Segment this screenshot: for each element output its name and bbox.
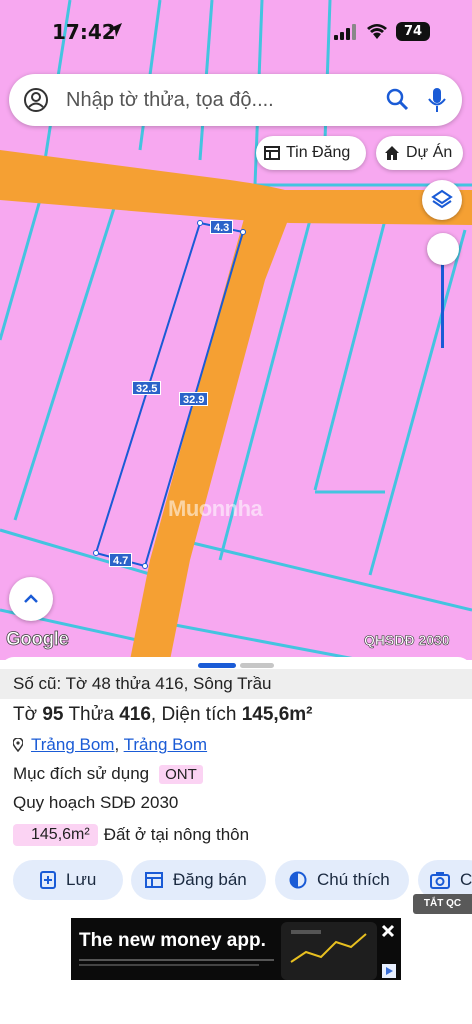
wifi-icon bbox=[367, 24, 387, 39]
projects-label: Dự Án bbox=[406, 144, 453, 161]
area-value: 145,6m² bbox=[241, 704, 313, 725]
account-icon[interactable] bbox=[23, 87, 49, 113]
old-parcel-info: Số cũ: Tờ 48 thửa 416, Sông Trầu bbox=[0, 669, 472, 699]
location-arrow-icon bbox=[108, 23, 122, 37]
close-ads-button[interactable]: TẮT QC bbox=[413, 894, 472, 914]
news-listings-chip[interactable]: Tin Đăng bbox=[256, 136, 366, 170]
chevron-up-icon bbox=[24, 594, 38, 603]
purpose-label: Mục đích sử dụng bbox=[13, 764, 150, 783]
home-icon bbox=[385, 146, 399, 160]
save-button[interactable]: Lưu bbox=[13, 860, 123, 900]
dimension-top: 4.3 bbox=[210, 220, 234, 234]
ad-chart-graphic bbox=[290, 930, 367, 963]
ad-fine-print-2 bbox=[79, 964, 259, 966]
watermark: Muonnha bbox=[168, 496, 263, 521]
search-bar[interactable]: Nhập tờ thửa, tọa độ.... bbox=[9, 74, 462, 126]
camera-icon bbox=[430, 872, 450, 889]
projects-chip[interactable]: Dự Án bbox=[376, 136, 463, 170]
legend-button[interactable]: Chú thích bbox=[275, 860, 409, 900]
ad-close-icon[interactable] bbox=[381, 924, 395, 938]
opacity-slider-knob[interactable] bbox=[427, 233, 459, 265]
address-commune-link[interactable]: Trảng Bom bbox=[124, 735, 207, 754]
plan-area-badge: 145,6m² bbox=[13, 824, 98, 846]
plan-detail-row: 145,6m² Đất ở tại nông thôn bbox=[13, 824, 249, 846]
area-label: Diện tích bbox=[161, 704, 237, 725]
post-for-sale-label: Đăng bán bbox=[173, 870, 247, 889]
microphone-icon[interactable] bbox=[427, 86, 447, 114]
panel-handle-active[interactable] bbox=[198, 663, 236, 668]
bookmark-plus-icon bbox=[40, 871, 56, 889]
plan-description: Đất ở tại nông thôn bbox=[103, 825, 250, 844]
parcel-number: 416 bbox=[119, 704, 151, 725]
listing-icon bbox=[145, 872, 163, 888]
address-row: Trảng Bom, Trảng Bom bbox=[13, 735, 207, 755]
ad-banner[interactable]: The new money app. bbox=[71, 918, 401, 980]
camera-label: C bbox=[460, 870, 472, 889]
ad-headline: The new money app. bbox=[79, 930, 266, 951]
dimension-right: 32.9 bbox=[179, 392, 209, 406]
save-label: Lưu bbox=[66, 870, 97, 889]
search-input[interactable]: Nhập tờ thửa, tọa độ.... bbox=[66, 89, 274, 112]
sheet-label: Tờ bbox=[13, 704, 38, 725]
plan-label: Quy hoạch SDĐ 2030 bbox=[13, 793, 179, 812]
purpose-code-badge: ONT bbox=[159, 764, 203, 784]
address-separator: , bbox=[114, 735, 120, 754]
layers-icon bbox=[431, 189, 453, 209]
land-use-purpose: Mục đích sử dụng ONT bbox=[13, 764, 203, 784]
cellular-signal-icon bbox=[334, 24, 356, 40]
ad-fine-print bbox=[79, 959, 274, 961]
parcel-label: Thửa bbox=[68, 704, 114, 725]
battery-indicator: 74 bbox=[396, 22, 430, 41]
ad-phone-image bbox=[281, 922, 377, 980]
sheet-number: 95 bbox=[42, 704, 64, 725]
google-logo: Google bbox=[6, 629, 70, 651]
panel-handle[interactable] bbox=[240, 663, 274, 668]
contrast-icon bbox=[289, 871, 307, 889]
legend-label: Chú thích bbox=[317, 870, 390, 889]
dimension-bottom: 4.7 bbox=[109, 553, 133, 567]
expand-up-button[interactable] bbox=[9, 577, 53, 621]
layers-button[interactable] bbox=[422, 180, 462, 220]
map-layer-label: QHSDĐ 2030 bbox=[364, 632, 450, 649]
post-for-sale-button[interactable]: Đăng bán bbox=[131, 860, 266, 900]
map-pin-icon bbox=[13, 738, 23, 752]
parcel-info-panel: Số cũ: Tờ 48 thửa 416, Sông Trầu Tờ 95 T… bbox=[0, 657, 472, 917]
opacity-slider-track[interactable] bbox=[441, 255, 444, 348]
dimension-left: 32.5 bbox=[132, 381, 162, 395]
news-listings-label: Tin Đăng bbox=[286, 144, 351, 161]
newspaper-icon bbox=[264, 146, 280, 160]
ad-choices-icon[interactable] bbox=[382, 964, 396, 978]
search-icon[interactable] bbox=[385, 87, 409, 111]
parcel-summary: Tờ 95 Thửa 416, Diện tích 145,6m² bbox=[13, 704, 313, 725]
status-bar: 17:42 74 bbox=[0, 0, 472, 62]
address-district-link[interactable]: Trảng Bom bbox=[31, 735, 114, 754]
map-view[interactable]: 4.3 32.5 32.9 4.7 Muonnha 17:42 74 Nhập … bbox=[0, 0, 472, 660]
